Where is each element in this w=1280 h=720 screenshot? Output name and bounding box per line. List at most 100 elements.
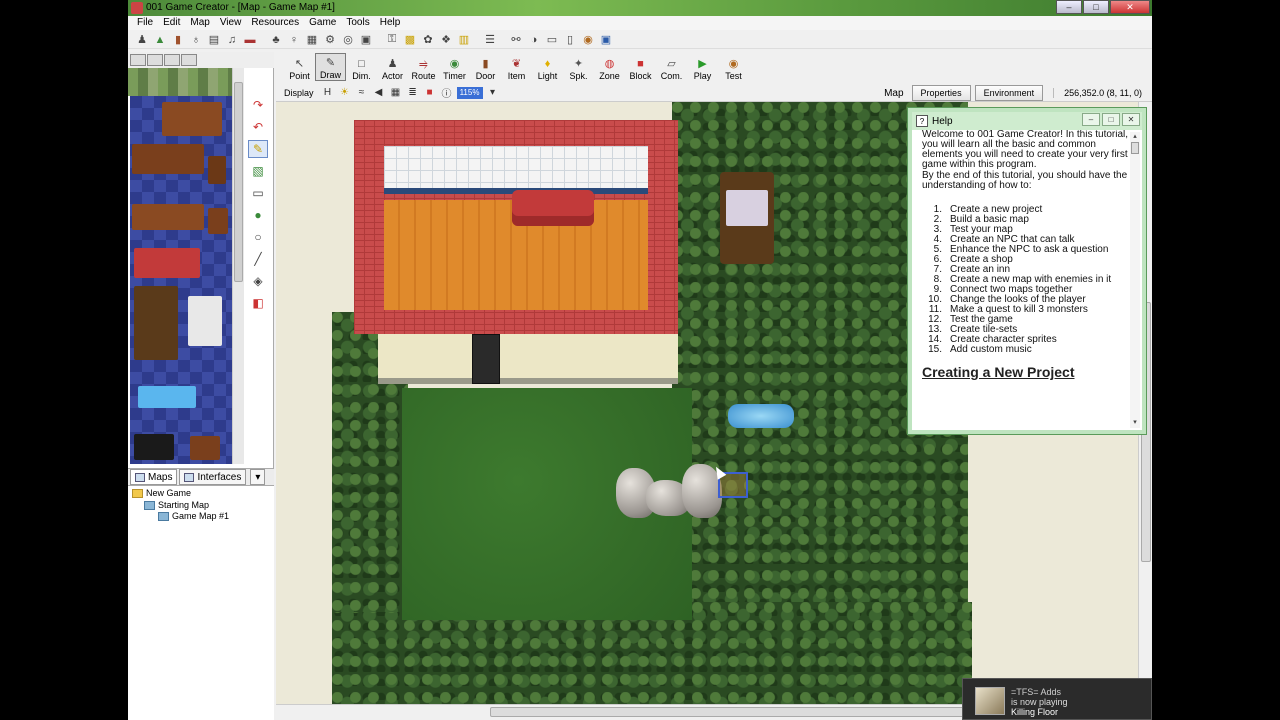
scroll-up-icon[interactable]: ▴ <box>1130 132 1140 142</box>
tile-armchair[interactable] <box>188 296 222 346</box>
tab-interfaces[interactable]: Interfaces <box>179 469 247 485</box>
gear-icon[interactable]: ⚙ <box>322 33 338 47</box>
tile-piano[interactable] <box>134 434 174 460</box>
scroll-down-icon[interactable]: ▾ <box>1130 418 1140 428</box>
tile-bed[interactable] <box>134 286 178 360</box>
tool-timer[interactable]: ◉ Timer <box>439 53 470 81</box>
steam-notification[interactable]: =TFS= Adds is now playing Killing Floor <box>962 678 1152 720</box>
animation-icon[interactable]: ◎ <box>340 33 356 47</box>
tileset-tab-1[interactable] <box>130 54 146 66</box>
help-maximize-button[interactable]: □ <box>1102 113 1120 126</box>
tree-node-game-map[interactable]: Game Map #1 <box>158 511 229 521</box>
group-icon[interactable]: ♣ <box>268 33 284 47</box>
link-icon[interactable]: ⚯ <box>508 33 524 47</box>
tile-crate[interactable] <box>190 436 220 460</box>
key-icon[interactable]: ⚿ <box>384 33 400 47</box>
eraser-icon[interactable]: ◧ <box>248 294 268 312</box>
tile-pool[interactable] <box>138 386 196 408</box>
tile-counter[interactable] <box>132 144 204 174</box>
block-toggle-icon[interactable]: ■ <box>423 86 437 100</box>
menu-map[interactable]: Map <box>185 16 214 30</box>
menu-edit[interactable]: Edit <box>158 16 185 30</box>
music-icon[interactable]: ♫ <box>224 33 240 47</box>
tileset-tab-4[interactable] <box>181 54 197 66</box>
tab-maps[interactable]: Maps <box>130 469 178 485</box>
menu-view[interactable]: View <box>215 16 247 30</box>
sound-icon[interactable]: ◀ <box>372 86 386 100</box>
film-icon[interactable]: ▣ <box>358 33 374 47</box>
book-icon[interactable]: ▥ <box>456 33 472 47</box>
tool-dim[interactable]: □ Dim. <box>346 53 377 81</box>
redo-icon[interactable]: ↷ <box>248 96 268 114</box>
tool-route[interactable]: ⥤ Route <box>408 53 439 81</box>
line-icon[interactable]: ╱ <box>248 250 268 268</box>
tree-icon[interactable]: ▲ <box>152 33 168 47</box>
tool-test[interactable]: ◉ Test <box>718 53 749 81</box>
chevron-down-icon[interactable]: ▾ <box>486 86 500 100</box>
tool-actor[interactable]: ♟ Actor <box>377 53 408 81</box>
circle-icon[interactable]: ○ <box>248 228 268 246</box>
help-close-button[interactable]: ✕ <box>1122 113 1140 126</box>
menu-help[interactable]: Help <box>375 16 406 30</box>
fill-icon[interactable]: ▧ <box>248 162 268 180</box>
tileset-scrollbar[interactable] <box>232 68 244 464</box>
tool-play[interactable]: ▶ Play <box>687 53 718 81</box>
grid-icon[interactable]: ▦ <box>304 33 320 47</box>
tool-item[interactable]: ❦ Item <box>501 53 532 81</box>
menu-resources[interactable]: Resources <box>246 16 304 30</box>
tree-node-new-game[interactable]: New Game <box>132 488 191 498</box>
undo-icon[interactable]: ↶ <box>248 118 268 136</box>
tool-com[interactable]: ▱ Com. <box>656 53 687 81</box>
environment-button[interactable]: Environment <box>974 85 1044 101</box>
light-toggle-icon[interactable]: ☀ <box>338 86 352 100</box>
tile-desk[interactable] <box>132 204 204 230</box>
tool-point[interactable]: ↖ Point <box>284 53 315 81</box>
tool-door[interactable]: ▮ Door <box>470 53 501 81</box>
info-icon[interactable]: ⓘ <box>440 86 454 100</box>
tileset-tab-2[interactable] <box>147 54 163 66</box>
map-icon[interactable]: ▩ <box>402 33 418 47</box>
window-icon[interactable]: ▭ <box>544 33 560 47</box>
close-button[interactable]: ✕ <box>1110 0 1150 14</box>
grid-toggle-icon[interactable]: ▦ <box>389 86 403 100</box>
world-icon[interactable]: ✿ <box>420 33 436 47</box>
car-icon[interactable]: ▬ <box>242 33 258 47</box>
tileset-palette[interactable] <box>130 96 232 464</box>
tile-sofa[interactable] <box>134 248 200 278</box>
panel-icon[interactable]: ▯ <box>562 33 578 47</box>
menu-file[interactable]: File <box>132 16 158 30</box>
potion-icon[interactable]: ♁ <box>188 33 204 47</box>
character-icon[interactable]: ♟ <box>134 33 150 47</box>
tool-block[interactable]: ■ Block <box>625 53 656 81</box>
tileset-tab-3[interactable] <box>164 54 180 66</box>
browser-icon[interactable]: ◑ <box>526 33 542 47</box>
menu-game[interactable]: Game <box>304 16 341 30</box>
help-scrollbar[interactable]: ▴ ▾ <box>1130 132 1140 428</box>
pencil-icon[interactable]: ✎ <box>248 140 268 158</box>
help-minimize-button[interactable]: – <box>1082 113 1100 126</box>
save-icon[interactable]: ▣ <box>598 33 614 47</box>
minimize-button[interactable]: – <box>1056 0 1082 14</box>
circle-fill-icon[interactable]: ● <box>248 206 268 224</box>
globe-icon[interactable]: ◉ <box>580 33 596 47</box>
rectangle-icon[interactable]: ▭ <box>248 184 268 202</box>
person-icon[interactable]: ♀ <box>286 33 302 47</box>
menu-tools[interactable]: Tools <box>341 16 374 30</box>
tree-menu-button[interactable]: ▾ <box>250 469 266 485</box>
tool-light[interactable]: ♦ Light <box>532 53 563 81</box>
tile-drawer[interactable] <box>208 208 228 234</box>
layer-icon[interactable]: H <box>321 86 335 100</box>
tree-node-starting-map[interactable]: Starting Map <box>144 500 209 510</box>
scroll-icon[interactable]: ▤ <box>206 33 222 47</box>
fog-icon[interactable]: ≈ <box>355 86 369 100</box>
tool-draw[interactable]: ✎ Draw <box>315 53 346 81</box>
layers-icon[interactable]: ≣ <box>406 86 420 100</box>
zoom-select[interactable]: 115% <box>456 86 483 99</box>
tile-table[interactable] <box>162 102 222 136</box>
tile-chair[interactable] <box>208 156 226 184</box>
title-bar[interactable]: 001 Game Creator - [Map - Game Map #1] –… <box>128 0 1152 16</box>
list-icon[interactable]: ☰ <box>482 33 498 47</box>
maximize-button[interactable]: □ <box>1083 0 1109 14</box>
chest-icon[interactable]: ▮ <box>170 33 186 47</box>
tool-zone[interactable]: ◍ Zone <box>594 53 625 81</box>
